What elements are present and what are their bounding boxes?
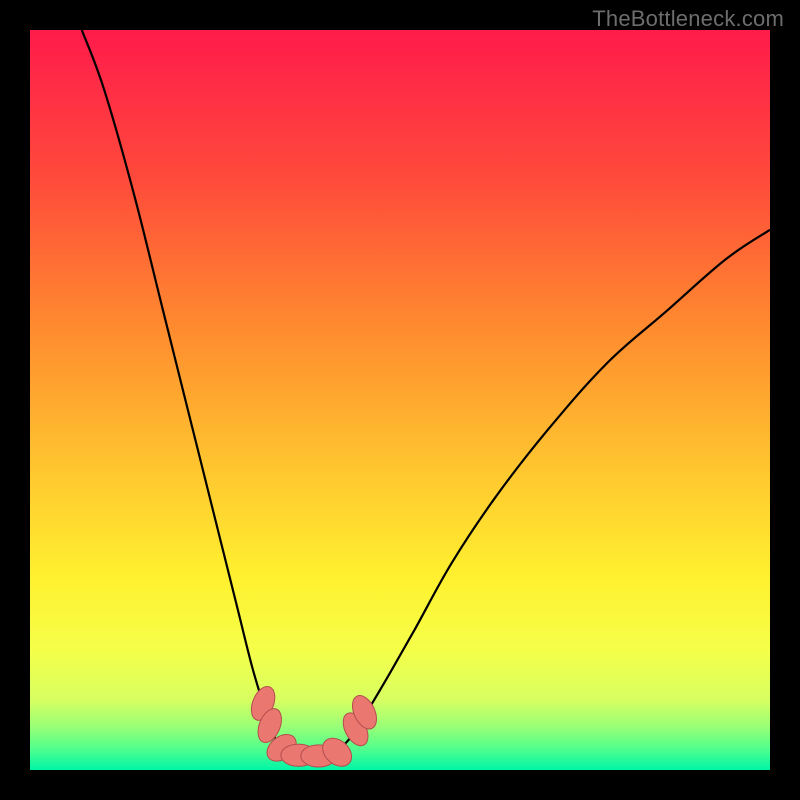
chart-frame: TheBottleneck.com — [0, 0, 800, 800]
watermark-text: TheBottleneck.com — [592, 6, 784, 32]
plot-area — [30, 30, 770, 770]
bottleneck-curve-chart — [30, 30, 770, 770]
heat-gradient-background — [30, 30, 770, 770]
